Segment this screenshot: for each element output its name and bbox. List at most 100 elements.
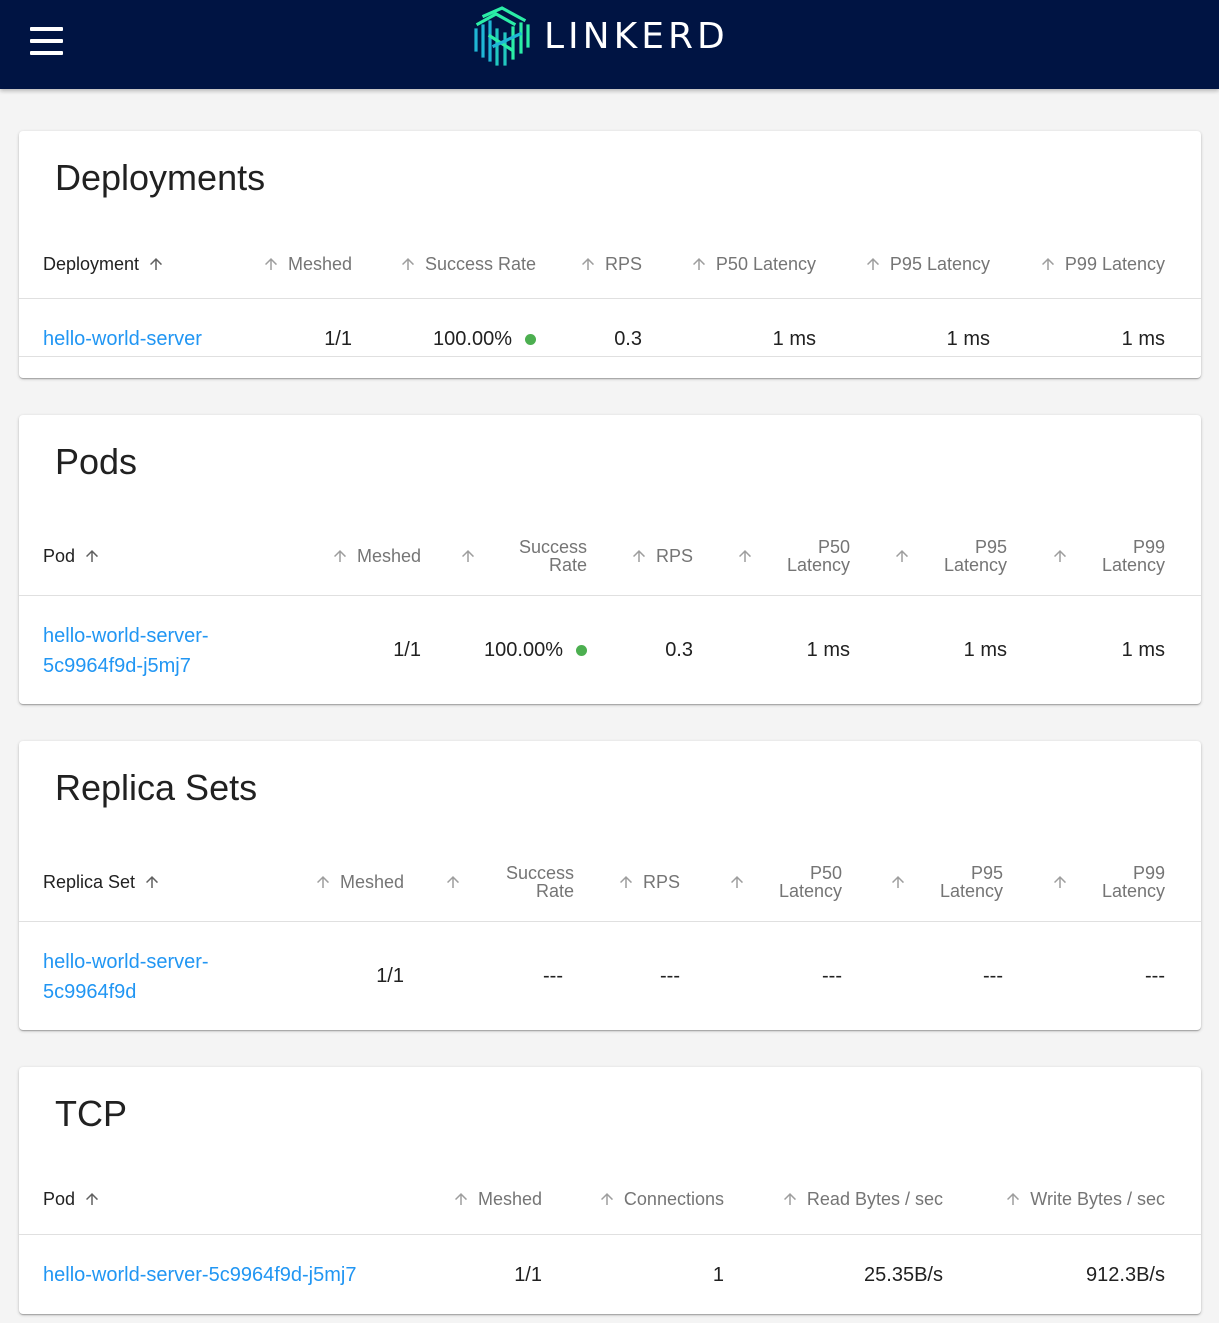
- table-row: hello-world-server 1/1 100.00% 0.3 1 ms …: [19, 300, 1201, 378]
- connections-cell: 1: [712, 1263, 724, 1286]
- deployment-link[interactable]: hello-world-server: [43, 324, 202, 354]
- sort-arrow-icon: [143, 873, 161, 891]
- meshed-cell: 1/1: [324, 327, 352, 350]
- column-header-success-rate[interactable]: Success Rate: [379, 229, 536, 298]
- column-header-p95-latency[interactable]: P95 Latency: [839, 229, 990, 298]
- column-header-meshed[interactable]: Meshed: [239, 229, 352, 298]
- sort-arrow-icon: [1051, 547, 1069, 565]
- pod-link[interactable]: hello-world-server- 5c9964f9d-j5mj7: [43, 621, 209, 681]
- column-header-meshed[interactable]: Meshed: [439, 1164, 542, 1234]
- sort-arrow-icon: [728, 873, 746, 891]
- table-row: hello-world-server- 5c9964f9d-j5mj7 1/1 …: [19, 597, 1201, 704]
- sort-arrow-icon: [459, 547, 477, 565]
- column-header-success-rate[interactable]: Success Rate: [444, 843, 574, 921]
- replica-sets-card: Replica Sets Replica Set Meshed Success …: [19, 741, 1201, 1030]
- success-rate-cell: ---: [543, 965, 563, 987]
- brand-name: LINKERD: [544, 15, 729, 57]
- column-header-p50-latency[interactable]: P50 Latency: [719, 843, 842, 921]
- sort-arrow-icon: [1051, 873, 1069, 891]
- column-header-p99-latency[interactable]: P99 Latency: [1043, 843, 1165, 921]
- meshed-cell: 1/1: [514, 1263, 542, 1286]
- tcp-title: TCP: [55, 1093, 127, 1134]
- column-header-rps[interactable]: RPS: [609, 517, 693, 595]
- p95-cell: 1 ms: [946, 327, 990, 350]
- p95-cell: 1 ms: [963, 639, 1007, 661]
- meshed-cell: 1/1: [376, 965, 404, 987]
- column-header-pod[interactable]: Pod: [43, 1164, 243, 1234]
- tcp-card: TCP Pod Meshed Connections Read Bytes / …: [19, 1067, 1201, 1314]
- column-header-p95-latency[interactable]: P95 Latency: [881, 843, 1003, 921]
- sort-arrow-icon: [781, 1190, 799, 1208]
- p50-cell: 1 ms: [806, 639, 850, 661]
- sort-arrow-icon: [579, 255, 597, 273]
- tcp-table-header: Pod Meshed Connections Read Bytes / sec …: [19, 1164, 1201, 1235]
- pods-card: Pods Pod Meshed Success Rate RPS P50 Lat…: [19, 415, 1201, 704]
- deployments-table-header: Deployment Meshed Success Rate RPS P50 L…: [19, 229, 1201, 299]
- sort-arrow-icon: [331, 547, 349, 565]
- read-bytes-cell: 25.35B/s: [864, 1263, 943, 1286]
- sort-arrow-icon: [864, 255, 882, 273]
- p99-cell: 1 ms: [1121, 639, 1165, 661]
- linkerd-logo-icon: [474, 6, 530, 66]
- sort-arrow-icon: [452, 1190, 470, 1208]
- column-header-rps[interactable]: RPS: [559, 229, 642, 298]
- pod-name-cell: hello-world-server-5c9964f9d-j5mj7: [43, 1236, 443, 1314]
- sort-arrow-icon: [399, 255, 417, 273]
- table-row: hello-world-server- 5c9964f9d 1/1 --- --…: [19, 923, 1201, 1030]
- sort-arrow-icon: [690, 255, 708, 273]
- column-header-p99-latency[interactable]: P99 Latency: [1009, 229, 1165, 298]
- p95-cell: ---: [983, 965, 1003, 987]
- p50-cell: ---: [822, 965, 842, 987]
- table-row: hello-world-server-5c9964f9d-j5mj7 1/1 1…: [19, 1236, 1201, 1314]
- sort-arrow-icon: [83, 1190, 101, 1208]
- column-header-replica-set[interactable]: Replica Set: [43, 843, 243, 921]
- column-header-write-bytes[interactable]: Write Bytes / sec: [979, 1164, 1165, 1234]
- pod-link[interactable]: hello-world-server-5c9964f9d-j5mj7: [43, 1260, 356, 1290]
- linkerd-brand[interactable]: LINKERD: [472, 6, 729, 66]
- deployments-card: Deployments Deployment Meshed Success Ra…: [19, 131, 1201, 378]
- sort-arrow-icon: [1004, 1190, 1022, 1208]
- column-header-success-rate[interactable]: Success Rate: [459, 517, 587, 595]
- rps-cell: 0.3: [614, 327, 642, 350]
- column-header-read-bytes[interactable]: Read Bytes / sec: [759, 1164, 943, 1234]
- sort-arrow-icon: [598, 1190, 616, 1208]
- top-app-bar: LINKERD: [0, 0, 1219, 89]
- sort-arrow-icon: [889, 873, 907, 891]
- column-header-rps[interactable]: RPS: [597, 843, 680, 921]
- replica-sets-table-header: Replica Set Meshed Success Rate RPS P50 …: [19, 843, 1201, 922]
- sort-arrow-icon: [314, 873, 332, 891]
- success-rate-cell: 100.00%: [379, 300, 536, 378]
- column-header-p95-latency[interactable]: P95 Latency: [889, 517, 1007, 595]
- p50-cell: 1 ms: [772, 327, 816, 350]
- status-dot-icon: [525, 333, 536, 345]
- write-bytes-cell: 912.3B/s: [1086, 1263, 1165, 1286]
- sort-arrow-icon: [630, 547, 648, 565]
- column-header-connections[interactable]: Connections: [579, 1164, 724, 1234]
- sort-arrow-icon: [262, 255, 280, 273]
- success-rate-cell: 100.00%: [459, 597, 587, 704]
- replica-set-link[interactable]: hello-world-server- 5c9964f9d: [43, 947, 209, 1007]
- status-dot-icon: [576, 645, 587, 656]
- p99-cell: ---: [1145, 965, 1165, 987]
- column-header-p99-latency[interactable]: P99 Latency: [1047, 517, 1165, 595]
- sort-arrow-icon: [617, 873, 635, 891]
- hamburger-menu-icon[interactable]: [30, 26, 64, 56]
- replica-set-name-cell: hello-world-server- 5c9964f9d: [43, 923, 303, 1030]
- pod-name-cell: hello-world-server- 5c9964f9d-j5mj7: [43, 597, 303, 704]
- rps-cell: ---: [660, 965, 680, 987]
- column-header-meshed[interactable]: Meshed: [319, 517, 421, 595]
- sort-arrow-icon: [83, 547, 101, 565]
- replica-sets-title: Replica Sets: [55, 767, 258, 808]
- rps-cell: 0.3: [665, 639, 693, 661]
- sort-arrow-icon: [147, 255, 165, 273]
- sort-arrow-icon: [893, 547, 911, 565]
- meshed-cell: 1/1: [393, 639, 421, 661]
- column-header-pod[interactable]: Pod: [43, 517, 243, 595]
- p99-cell: 1 ms: [1121, 327, 1165, 350]
- sort-arrow-icon: [1039, 255, 1057, 273]
- column-header-p50-latency[interactable]: P50 Latency: [659, 229, 816, 298]
- column-header-meshed[interactable]: Meshed: [302, 843, 404, 921]
- column-header-p50-latency[interactable]: P50 Latency: [729, 517, 850, 595]
- deployments-title: Deployments: [55, 157, 266, 198]
- column-header-deployment[interactable]: Deployment: [43, 229, 243, 298]
